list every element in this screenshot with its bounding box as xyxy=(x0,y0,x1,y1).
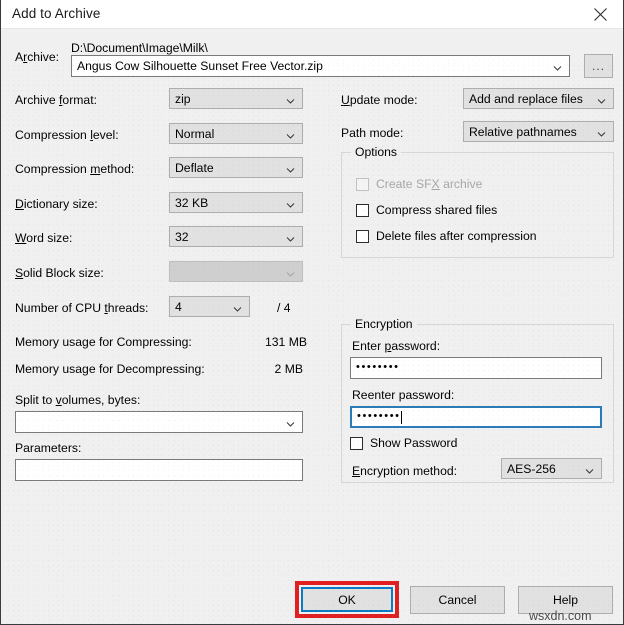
options-group: Options Create SFX archive Compress shar… xyxy=(341,145,614,258)
compress-shared-files-label: Compress shared files xyxy=(376,203,498,217)
path-mode-value: Relative pathnames xyxy=(469,124,577,139)
memory-compress-value: 131 MB xyxy=(265,335,308,349)
cancel-button[interactable]: Cancel xyxy=(410,586,505,614)
archive-label: Archive: xyxy=(15,50,60,64)
archive-format-value: zip xyxy=(175,91,191,106)
watermark-text: wsxdn.com xyxy=(529,609,592,623)
chevron-down-icon xyxy=(286,418,295,427)
chevron-down-icon xyxy=(286,198,295,208)
close-icon[interactable] xyxy=(577,0,623,29)
enter-password-value: •••••••• xyxy=(356,361,400,373)
chevron-down-icon xyxy=(585,464,594,474)
enter-password-label: Enter password: xyxy=(352,339,441,353)
update-mode-combo[interactable]: Add and replace files xyxy=(463,88,614,109)
compression-method-combo[interactable]: Deflate xyxy=(169,157,303,178)
checkbox-box xyxy=(356,230,369,243)
reenter-password-value: •••••••• xyxy=(357,410,401,422)
word-size-label: Word size: xyxy=(15,231,73,245)
archive-name-value: Angus Cow Silhouette Sunset Free Vector.… xyxy=(77,59,323,73)
reenter-password-input[interactable]: •••••••• xyxy=(350,406,602,428)
memory-compress-label: Memory usage for Compressing: xyxy=(15,335,192,349)
dictionary-size-combo[interactable]: 32 KB xyxy=(169,192,303,213)
chevron-down-icon xyxy=(597,94,606,104)
options-group-title: Options xyxy=(351,145,402,159)
compress-shared-files-checkbox[interactable]: Compress shared files xyxy=(356,204,497,217)
cpu-threads-value: 4 xyxy=(175,299,182,314)
word-size-value: 32 xyxy=(175,229,189,244)
chevron-down-icon xyxy=(553,62,562,71)
archive-format-combo[interactable]: zip xyxy=(169,88,303,109)
chevron-down-icon xyxy=(286,94,295,104)
browse-button[interactable]: ... xyxy=(584,54,613,78)
compression-level-label: Compression level: xyxy=(15,128,119,142)
memory-decompress-label: Memory usage for Decompressing: xyxy=(15,362,205,376)
show-password-checkbox[interactable]: Show Password xyxy=(350,437,457,450)
ok-button[interactable]: OK xyxy=(301,587,393,612)
cpu-threads-total: / 4 xyxy=(277,301,291,315)
dictionary-size-label: Dictionary size: xyxy=(15,197,98,211)
title-bar: Add to Archive xyxy=(1,0,623,29)
chevron-down-icon xyxy=(286,267,295,277)
checkbox-box xyxy=(350,437,363,450)
chevron-down-icon xyxy=(286,163,295,173)
chevron-down-icon xyxy=(286,232,295,242)
memory-decompress-value: 2 MB xyxy=(274,362,303,376)
archive-format-label: Archive format: xyxy=(15,93,97,107)
split-volumes-combo[interactable] xyxy=(15,411,303,433)
encryption-group-title: Encryption xyxy=(351,317,417,331)
encryption-group: Encryption Enter password: •••••••• Reen… xyxy=(341,317,614,483)
path-mode-label: Path mode: xyxy=(341,126,404,140)
chevron-down-icon xyxy=(597,127,606,137)
checkbox-box xyxy=(356,204,369,217)
add-to-archive-dialog: Add to Archive Archive: D:\Document\Imag… xyxy=(0,0,624,625)
archive-name-combo[interactable]: Angus Cow Silhouette Sunset Free Vector.… xyxy=(71,55,570,77)
word-size-combo[interactable]: 32 xyxy=(169,226,303,247)
path-mode-combo[interactable]: Relative pathnames xyxy=(463,121,614,142)
show-password-label: Show Password xyxy=(370,436,458,450)
compression-method-value: Deflate xyxy=(175,160,214,175)
chevron-down-icon xyxy=(286,129,295,139)
encryption-method-value: AES-256 xyxy=(507,461,556,476)
encryption-method-combo[interactable]: AES-256 xyxy=(501,458,602,479)
solid-block-size-combo xyxy=(169,261,303,282)
update-mode-value: Add and replace files xyxy=(469,91,583,106)
checkbox-box xyxy=(356,178,369,191)
parameters-input[interactable] xyxy=(15,459,303,481)
compression-method-label: Compression method: xyxy=(15,162,135,176)
dictionary-size-value: 32 KB xyxy=(175,195,209,210)
create-sfx-archive-label: Create SFX archive xyxy=(376,177,483,191)
delete-files-after-compression-label: Delete files after compression xyxy=(376,229,537,243)
reenter-password-label: Reenter password: xyxy=(352,388,455,402)
delete-files-after-compression-checkbox[interactable]: Delete files after compression xyxy=(356,230,537,243)
update-mode-label: Update mode: xyxy=(341,93,418,107)
cpu-threads-label: Number of CPU threads: xyxy=(15,301,149,315)
cpu-threads-combo[interactable]: 4 xyxy=(169,296,250,317)
split-volumes-label: Split to volumes, bytes: xyxy=(15,393,141,407)
enter-password-input[interactable]: •••••••• xyxy=(350,357,602,379)
compression-level-combo[interactable]: Normal xyxy=(169,123,303,144)
dialog-client-area: Archive: D:\Document\Image\Milk\ Angus C… xyxy=(1,29,623,624)
create-sfx-archive-checkbox: Create SFX archive xyxy=(356,178,482,191)
archive-path-text: D:\Document\Image\Milk\ xyxy=(71,41,208,55)
encryption-method-label: Encryption method: xyxy=(352,464,458,478)
solid-block-size-label: Solid Block size: xyxy=(15,266,104,280)
text-caret xyxy=(400,410,402,424)
chevron-down-icon xyxy=(233,302,242,312)
parameters-label: Parameters: xyxy=(15,441,82,455)
compression-level-value: Normal xyxy=(175,126,215,141)
dialog-title: Add to Archive xyxy=(12,6,101,21)
